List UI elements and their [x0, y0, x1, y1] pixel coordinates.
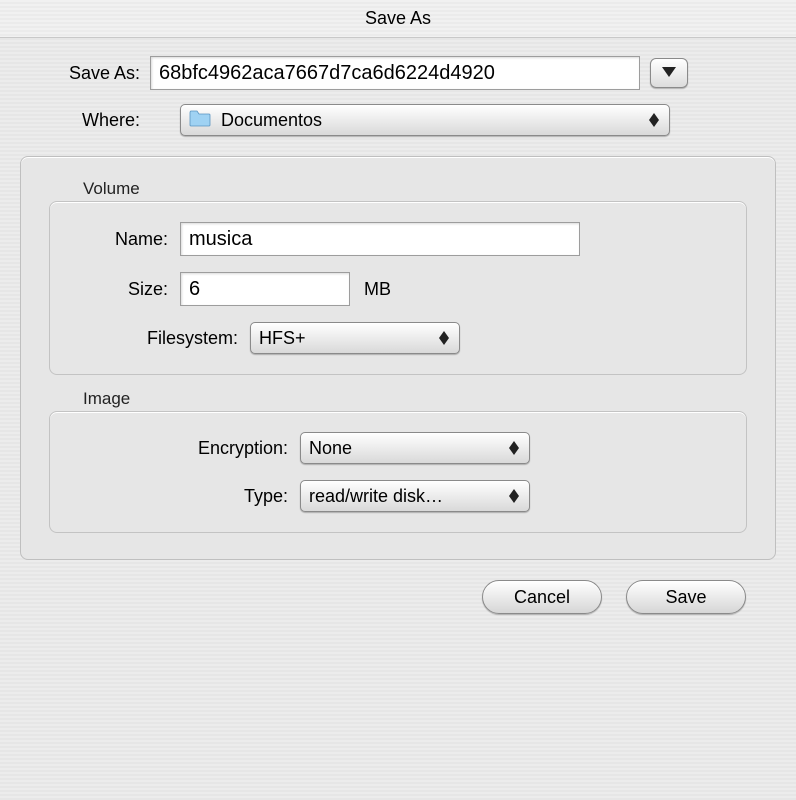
save-button-label: Save	[665, 587, 706, 608]
saveas-filename-input[interactable]	[150, 56, 640, 90]
name-row: Name:	[80, 222, 716, 256]
filesystem-row: Filesystem: HFS+	[80, 322, 716, 354]
encryption-popup[interactable]: None	[300, 432, 530, 464]
filesystem-popup[interactable]: HFS+	[250, 322, 460, 354]
dialog-buttons: Cancel Save	[20, 560, 776, 614]
volume-group-box: Name: Size: MB Filesystem: HFS+	[49, 201, 747, 375]
save-button[interactable]: Save	[626, 580, 746, 614]
saveas-row: Save As:	[20, 56, 776, 90]
dialog-content: Save As: Where: Documentos Volume	[0, 38, 796, 614]
type-row: Type: read/write disk…	[80, 480, 716, 512]
volume-group-label: Volume	[83, 179, 747, 199]
cancel-button-label: Cancel	[514, 587, 570, 608]
volume-name-input[interactable]	[180, 222, 580, 256]
size-label: Size:	[80, 279, 180, 300]
updown-arrows-icon	[505, 485, 523, 507]
type-value: read/write disk…	[309, 486, 443, 507]
volume-size-input[interactable]	[180, 272, 350, 306]
encryption-value: None	[309, 438, 352, 459]
size-row: Size: MB	[80, 272, 716, 306]
volume-group: Volume Name: Size: MB Filesystem: HFS+	[49, 179, 747, 375]
where-row: Where: Documentos	[20, 104, 776, 136]
chevron-down-icon	[662, 64, 676, 82]
filesystem-label: Filesystem:	[80, 328, 250, 349]
image-group-box: Encryption: None Type: read/write disk…	[49, 411, 747, 533]
type-label: Type:	[80, 486, 300, 507]
saveas-label: Save As:	[20, 63, 150, 84]
options-panel: Volume Name: Size: MB Filesystem: HFS+	[20, 156, 776, 560]
filesystem-value: HFS+	[259, 328, 306, 349]
cancel-button[interactable]: Cancel	[482, 580, 602, 614]
size-unit-label: MB	[364, 279, 391, 300]
window-title-text: Save As	[365, 8, 431, 29]
where-popup[interactable]: Documentos	[180, 104, 670, 136]
expand-location-button[interactable]	[650, 58, 688, 88]
folder-icon	[189, 109, 221, 132]
encryption-row: Encryption: None	[80, 432, 716, 464]
where-label: Where:	[20, 110, 150, 131]
image-group: Image Encryption: None Type: read	[49, 389, 747, 533]
name-label: Name:	[80, 229, 180, 250]
type-popup[interactable]: read/write disk…	[300, 480, 530, 512]
updown-arrows-icon	[505, 437, 523, 459]
updown-arrows-icon	[435, 327, 453, 349]
window-title: Save As	[0, 0, 796, 38]
image-group-label: Image	[83, 389, 747, 409]
encryption-label: Encryption:	[80, 438, 300, 459]
updown-arrows-icon	[645, 109, 663, 131]
where-folder-name: Documentos	[221, 110, 322, 131]
